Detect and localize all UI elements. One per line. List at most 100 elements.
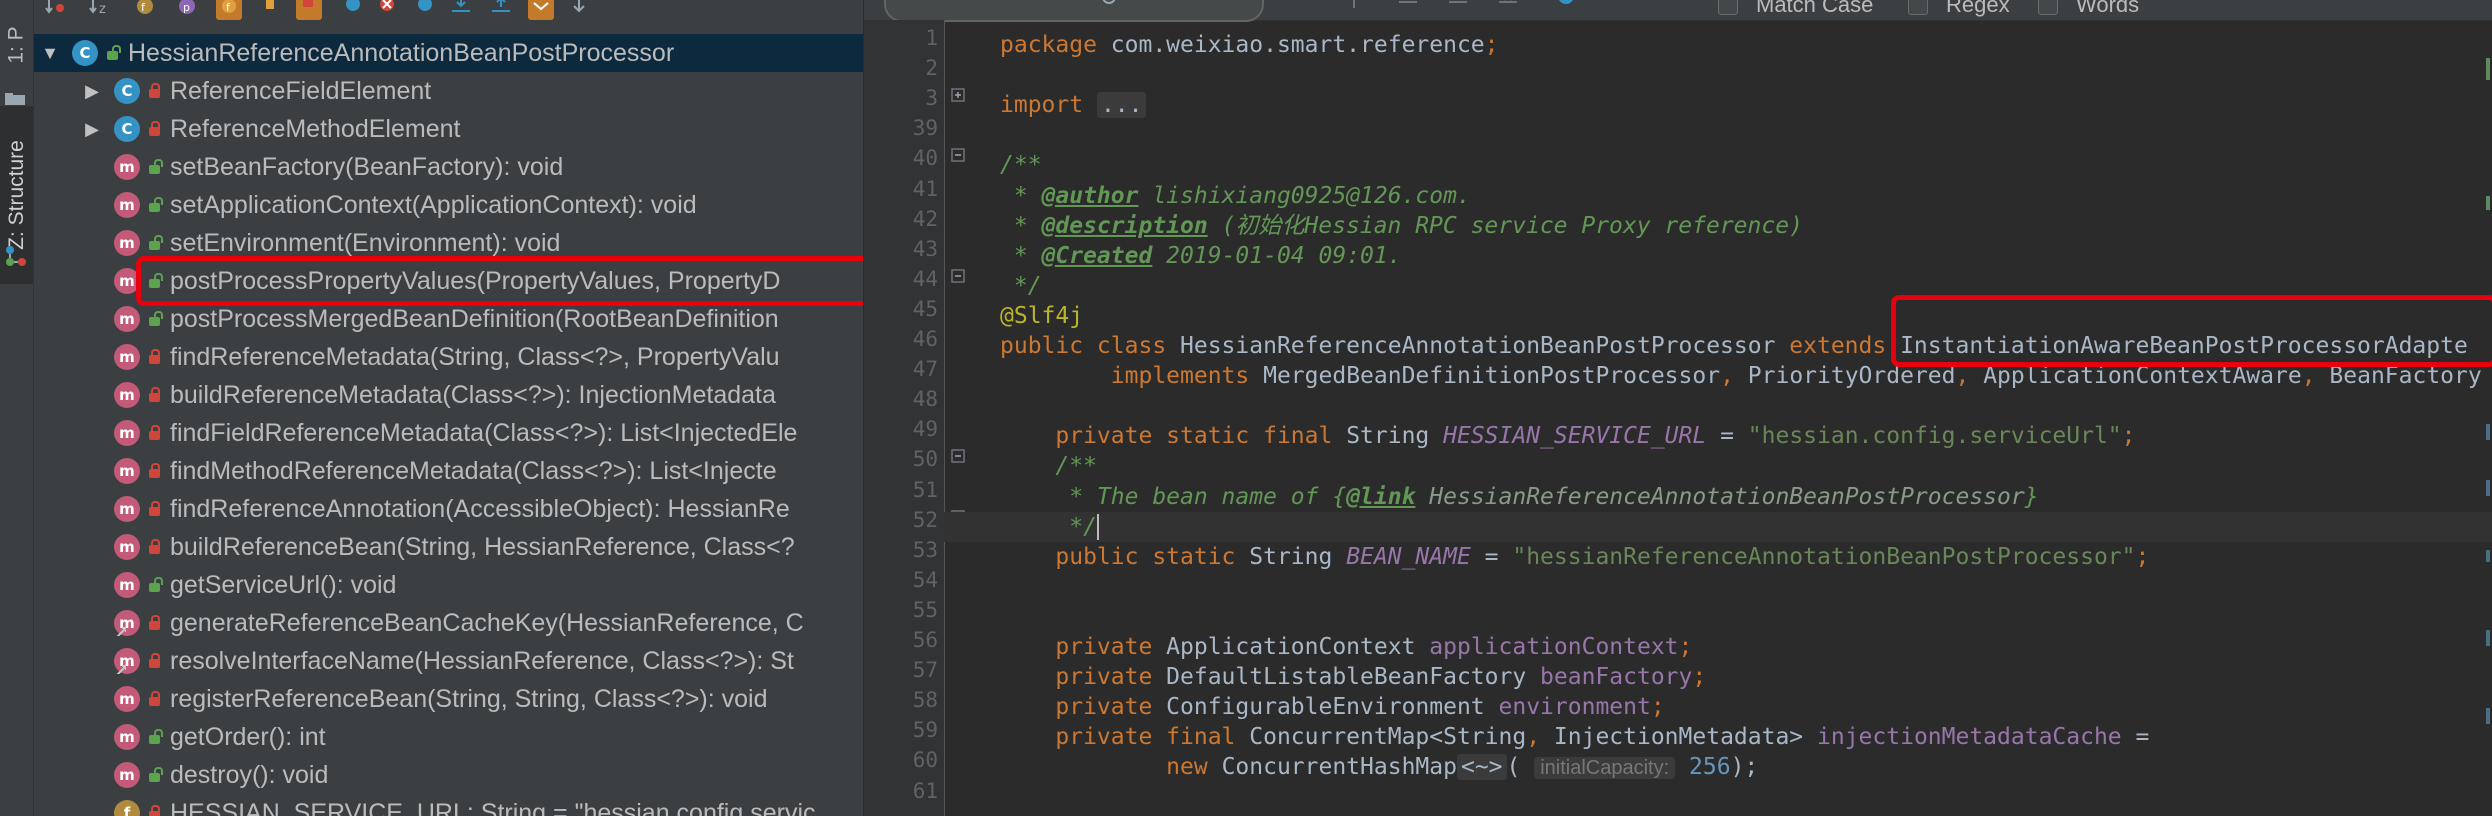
marker[interactable] (2486, 630, 2490, 646)
regex-option[interactable]: Regex (1908, 0, 2010, 18)
search-input[interactable] (884, 0, 1264, 22)
match-case-checkbox[interactable] (1718, 0, 1738, 15)
code-token: implements (1000, 363, 1264, 390)
tree-item[interactable]: f HESSIAN_SERVICE_URL: String = "hessian.… (34, 794, 863, 816)
regex-checkbox[interactable] (1908, 0, 1928, 15)
tree-item[interactable]: m findReferenceMetadata(String, Class<?>,… (34, 338, 863, 376)
match-case-option[interactable]: Match Case (1718, 0, 1873, 18)
folded-code-placeholder[interactable]: ... (1096, 92, 1147, 119)
tree-item-label: findReferenceAnnotation(AccessibleObject… (170, 494, 790, 523)
code-token: @description (1041, 212, 1208, 239)
lock-icon (148, 120, 160, 136)
code-line: /** (1000, 451, 1097, 481)
fold-collapse-icon[interactable] (951, 148, 965, 163)
show-inherited-icon[interactable] (258, 0, 284, 20)
line-number-gutter: 1 2 3 39 40 41 42 43 44 45 46 47 48 49 50 51 52 53 54 55 56 5… (864, 20, 945, 816)
marker[interactable] (2486, 550, 2490, 562)
method-icon: m (114, 306, 140, 332)
select-all-occurrences-icon[interactable] (1446, 0, 1470, 12)
anonymous-classes-icon[interactable] (340, 0, 366, 20)
code-token: String (1249, 543, 1347, 570)
code-token: * The bean name of { (1000, 483, 1347, 510)
code-line: * @description (初始化Hessian RPC service P… (1000, 211, 1803, 241)
sort-alpha-icon[interactable]: z (88, 0, 114, 20)
filter-icon[interactable] (1496, 0, 1520, 12)
fold-expand-icon[interactable] (951, 88, 965, 102)
tree-item[interactable]: ▶ C ReferenceMethodElement (34, 110, 863, 148)
collapse-arrow-icon[interactable]: ▶ (80, 81, 104, 102)
settings-gear-icon[interactable] (1552, 0, 1580, 16)
line-number: 1 (925, 26, 938, 50)
project-tool-tab[interactable]: 1: P (0, 0, 33, 90)
navigate-source-icon[interactable] (528, 0, 554, 20)
tree-item[interactable]: m findFieldReferenceMetadata(Class<?>): L… (34, 414, 863, 452)
tree-item-label: HessianReferenceAnnotationBeanPostProces… (128, 38, 675, 67)
tree-item-label: setEnvironment(Environment): void (170, 228, 561, 257)
search-history-icon[interactable] (1100, 0, 1122, 12)
method-icon: m (114, 762, 140, 788)
private-visibility-icon (146, 120, 162, 137)
show-fields-icon[interactable]: f (132, 0, 158, 20)
tree-item[interactable]: m generateReferenceBeanCacheKey(HessianRe… (34, 604, 863, 642)
words-option[interactable]: Words (2038, 0, 2139, 18)
code-token: 2019-01-04 09:01. (1152, 242, 1402, 269)
public-visibility-icon (104, 44, 121, 61)
tree-item[interactable]: m buildReferenceBean(String, HessianRefer… (34, 528, 863, 566)
find-all-icon[interactable] (1396, 0, 1420, 12)
tree-item[interactable]: m findReferenceAnnotation(AccessibleObjec… (34, 490, 863, 528)
line-number: 45 (912, 296, 938, 321)
tree-item[interactable]: m resolveInterfaceName(HessianReference, … (34, 642, 863, 680)
tree-item[interactable]: ▶ C ReferenceFieldElement (34, 72, 863, 110)
fold-collapse-icon[interactable] (951, 449, 965, 464)
code-token: HessianReferenceAnnotationBeanPostProces… (1415, 483, 2025, 510)
autoscroll-to-source-icon[interactable] (488, 0, 514, 20)
tree-item[interactable]: m setApplicationContext(ApplicationContex… (34, 186, 863, 224)
folded-code-placeholder[interactable]: <~> (1456, 754, 1507, 781)
lock-icon (148, 804, 160, 816)
tree-item[interactable]: m buildReferenceMetadata(Class<?>): Injec… (34, 376, 863, 414)
collapse-all-icon[interactable] (412, 0, 438, 20)
marker[interactable] (2486, 424, 2490, 440)
marker[interactable] (2486, 58, 2490, 80)
tree-item[interactable]: m setBeanFactory(BeanFactory): void (34, 148, 863, 186)
marker[interactable] (2486, 196, 2490, 210)
code-token: MergedBeanDefinitionPostProcessor (1263, 363, 1721, 390)
method-icon: m (114, 230, 140, 256)
code-line: @Slf4j (1000, 301, 1083, 331)
tree-item[interactable]: m registerReferenceBean(String, String, C… (34, 680, 863, 718)
tree-item-label: buildReferenceBean(String, HessianRefere… (170, 532, 795, 561)
lock-icon (148, 500, 160, 516)
line-number: 3 (925, 86, 938, 111)
method-icon: m (114, 572, 140, 598)
tree-item[interactable]: m findMethodReferenceMetadata(Class<?>): … (34, 452, 863, 490)
line-number: 51 (912, 477, 938, 502)
structure-panel: z f p f ▼ C HessianReferenceAnnotationBe… (34, 0, 863, 816)
private-visibility-icon (146, 690, 162, 707)
show-non-public-icon[interactable]: f (216, 0, 242, 20)
tree-item[interactable]: m getServiceUrl(): void (34, 566, 863, 604)
tree-item[interactable]: m getOrder(): int (34, 718, 863, 756)
public-visibility-icon (146, 728, 163, 745)
fold-collapse-icon[interactable] (951, 269, 965, 283)
expand-all-icon[interactable] (374, 0, 400, 20)
collapse-arrow-icon[interactable]: ▶ (80, 119, 104, 140)
tree-item-label: getServiceUrl(): void (170, 570, 397, 599)
find-bar: Match Case Regex Words (864, 0, 2492, 22)
marker[interactable] (2486, 480, 2490, 496)
sort-visibility-icon[interactable] (44, 0, 70, 20)
down-arrow-icon[interactable] (566, 0, 592, 20)
code-token: 256 (1689, 754, 1731, 781)
tree-root-class[interactable]: ▼ C HessianReferenceAnnotationBeanPostProc… (34, 34, 863, 72)
lambda-icon[interactable] (296, 0, 322, 20)
next-occurrence-icon[interactable] (1344, 0, 1364, 12)
code-token: extends (1789, 333, 1901, 359)
autoscroll-from-source-icon[interactable] (448, 0, 474, 20)
code-token: = (2121, 724, 2150, 751)
show-properties-icon[interactable]: p (174, 0, 200, 20)
expand-arrow-icon[interactable]: ▼ (38, 43, 62, 64)
line-number: 56 (912, 628, 938, 652)
method-icon: m (114, 458, 140, 484)
tree-item[interactable]: m destroy(): void (34, 756, 863, 794)
words-checkbox[interactable] (2038, 0, 2058, 15)
marker[interactable] (2486, 708, 2490, 724)
